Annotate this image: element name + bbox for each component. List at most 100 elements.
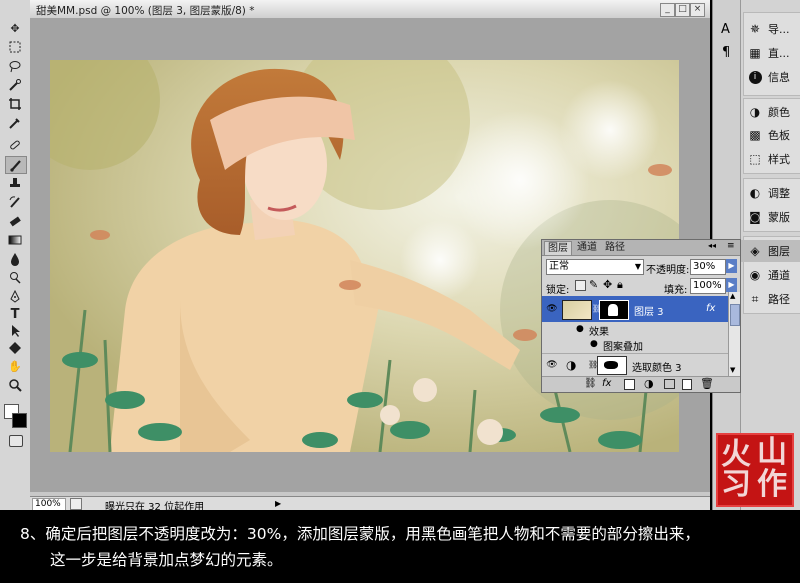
dock-label: 路径 (768, 293, 790, 306)
history-brush-tool-icon[interactable] (5, 194, 25, 210)
layer-name: 选取颜色 3 (632, 363, 682, 374)
tab-paths[interactable]: 路径 (602, 241, 628, 254)
eraser-tool-icon[interactable] (5, 213, 25, 229)
info-icon: i (747, 69, 763, 85)
layer-mask-thumbnail[interactable] (599, 300, 629, 320)
caption-line-2: 这一步是给背景加点梦幻的元素。 (50, 551, 283, 569)
dock-item-adjustments[interactable]: ◐ 调整 (741, 182, 800, 204)
fill-slider-button[interactable]: ▶ (726, 278, 737, 292)
dock-label: 图层 (768, 245, 790, 258)
dock-item-swatches[interactable]: ▩ 色板 (741, 124, 800, 146)
eyedropper-tool-icon[interactable] (5, 115, 25, 131)
dock-label: 颜色 (768, 106, 790, 119)
panel-menu-icon[interactable]: ≡ (727, 241, 735, 251)
character-panel-icon[interactable]: A (721, 22, 730, 37)
delete-layer-icon[interactable]: 🗑︎ (700, 377, 714, 390)
fill-field[interactable]: 100% (690, 278, 726, 294)
opacity-field[interactable]: 30% (690, 259, 726, 275)
dock-label: 色板 (768, 129, 790, 142)
tab-channels[interactable]: 通道 (574, 241, 600, 254)
eye-icon[interactable]: ● (590, 339, 598, 349)
dock-label: 信息 (768, 71, 790, 84)
healing-brush-tool-icon[interactable] (5, 137, 25, 153)
dock-item-navigator[interactable]: ✵ 导... (741, 18, 800, 40)
fx-icon: fx (706, 303, 716, 314)
layer-row-selective-color[interactable]: 👁︎ ◑ ⛓︎ 选取颜色 3 (542, 353, 728, 376)
marquee-tool-icon[interactable] (5, 39, 25, 55)
dock-item-info[interactable]: i 信息 (741, 66, 800, 88)
dodge-tool-icon[interactable] (5, 270, 25, 286)
gradient-tool-icon[interactable] (5, 232, 25, 248)
path-selection-tool-icon[interactable] (5, 323, 25, 339)
pen-tool-icon[interactable] (5, 289, 25, 305)
dock-label: 导... (768, 23, 790, 36)
scroll-up-icon[interactable]: ▲ (730, 292, 735, 300)
adjustments-icon: ◐ (749, 186, 761, 200)
color-icon: ◑ (749, 105, 761, 119)
add-style-icon[interactable]: fx (602, 378, 611, 389)
brush-tool-icon[interactable] (5, 156, 27, 174)
dock-label: 样式 (768, 153, 790, 166)
blur-tool-icon[interactable] (5, 251, 25, 267)
new-group-icon[interactable] (664, 379, 675, 389)
lock-all-icon[interactable]: 🔒︎ (617, 278, 623, 292)
document-titlebar: 甜美MM.psd @ 100% (图层 3, 图层蒙版/8) * _ □ × (30, 0, 710, 19)
shape-tool-icon[interactable] (5, 340, 25, 356)
link-layers-icon[interactable]: ⛓︎ (584, 378, 597, 389)
layer-effects-row[interactable]: ● 效果 (542, 322, 728, 338)
lock-label: 锁定: (546, 285, 570, 296)
toolbox: ✥ T ✋ (0, 0, 31, 510)
status-menu-icon[interactable] (70, 498, 82, 510)
paragraph-panel-icon[interactable]: ¶ (722, 45, 730, 60)
new-layer-icon[interactable] (682, 379, 692, 390)
layers-scrollbar[interactable]: ▲ ▼ (728, 292, 740, 376)
lasso-tool-icon[interactable] (5, 58, 25, 74)
layers-footer: ⛓︎ fx ◑ 🗑︎ (542, 376, 740, 392)
caption-line-1: 8、确定后把图层不透明度改为：30%，添加图层蒙版，用黑色画笔把人物和不需要的部… (20, 525, 700, 543)
add-mask-icon[interactable] (624, 379, 635, 390)
status-arrow-icon[interactable]: ▶ (275, 499, 281, 508)
minimize-button[interactable]: _ (660, 3, 675, 17)
move-tool-icon[interactable]: ✥ (5, 20, 25, 36)
quick-selection-tool-icon[interactable] (5, 77, 25, 93)
crop-tool-icon[interactable] (5, 96, 25, 112)
layer-effect-pattern-overlay-row[interactable]: ● 图案叠加 (542, 337, 728, 353)
tab-layers[interactable]: 图层 (544, 241, 572, 255)
watermark-seal: 山 火 作 习 (716, 433, 794, 507)
dock-item-styles[interactable]: ⬚ 样式 (741, 148, 800, 170)
eye-icon[interactable]: 👁︎ (546, 359, 558, 371)
zoom-tool-icon[interactable] (5, 377, 25, 393)
layer-row-layer3[interactable]: 👁︎ ⛓︎ 图层 3 fx (542, 296, 728, 322)
dock-item-masks[interactable]: ◙ 蒙版 (741, 206, 800, 228)
clone-stamp-tool-icon[interactable] (5, 175, 25, 191)
maximize-button[interactable]: □ (675, 3, 690, 17)
collapse-icon[interactable]: ◂◂ (708, 241, 716, 250)
channels-icon: ◉ (749, 268, 761, 282)
scroll-thumb[interactable] (730, 304, 740, 326)
blend-mode-value: 正常 (549, 261, 569, 272)
seal-char: 作 (757, 467, 787, 502)
adjustment-layer-icon: ◑ (566, 358, 577, 372)
opacity-slider-button[interactable]: ▶ (726, 259, 737, 273)
scroll-down-icon[interactable]: ▼ (730, 366, 735, 374)
type-tool-icon[interactable]: T (5, 306, 25, 322)
background-color-swatch[interactable] (12, 413, 27, 428)
dock-item-channels[interactable]: ◉ 通道 (741, 264, 800, 286)
dock-item-layers[interactable]: ◈ 图层 (741, 240, 800, 262)
lock-transparent-icon[interactable] (575, 280, 586, 291)
close-button[interactable]: × (690, 3, 705, 17)
blend-mode-select[interactable]: 正常 ▼ (546, 259, 644, 275)
lock-image-icon[interactable]: ✎ (589, 278, 598, 291)
eye-icon[interactable]: ● (576, 324, 584, 334)
new-adjustment-icon[interactable]: ◑ (644, 377, 654, 390)
dock-item-histogram[interactable]: ▦ 直... (741, 42, 800, 64)
hand-tool-icon[interactable]: ✋ (5, 358, 25, 374)
dock-item-color[interactable]: ◑ 颜色 (741, 101, 800, 123)
opacity-label: 不透明度: (646, 265, 690, 276)
dock-item-paths[interactable]: ⌗ 路径 (741, 288, 800, 310)
eye-icon[interactable]: 👁︎ (546, 303, 558, 315)
quick-mask-icon[interactable] (9, 435, 23, 447)
lock-position-icon[interactable]: ✥ (603, 278, 612, 291)
layer-mask-thumbnail[interactable] (597, 356, 627, 375)
layer-name: 图层 3 (634, 307, 664, 318)
